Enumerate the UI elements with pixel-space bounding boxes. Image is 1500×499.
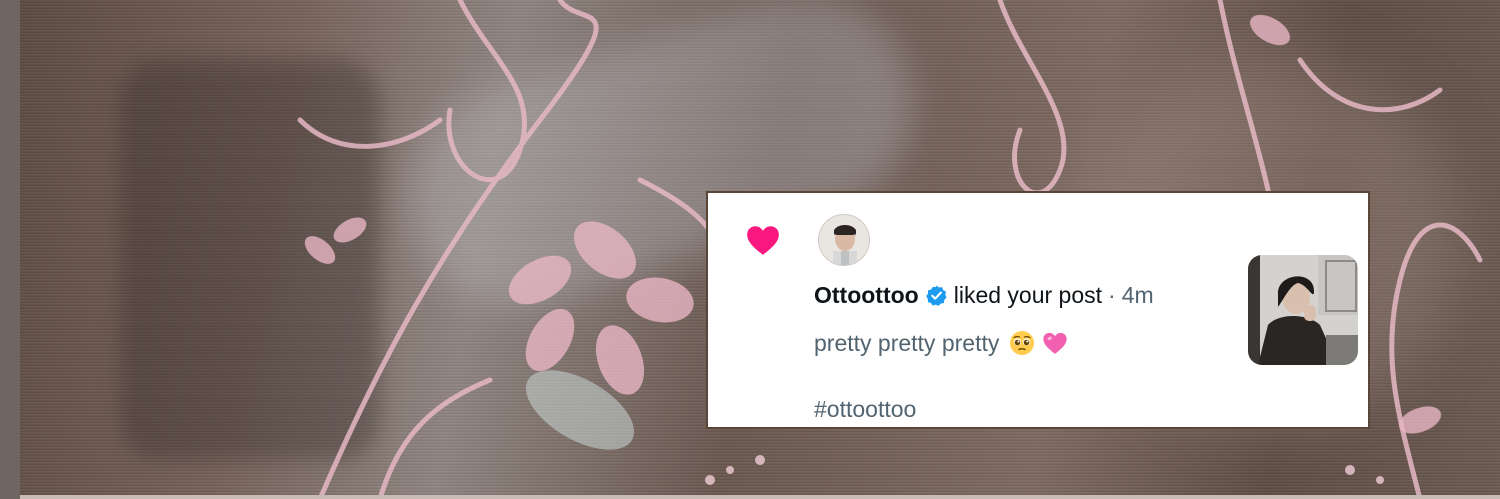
user-avatar[interactable]: [818, 214, 870, 266]
left-edge-bar: [0, 0, 20, 499]
pink-heart-icon: [1043, 332, 1068, 354]
bottom-edge-strip: [20, 495, 1500, 499]
post-text: pretty pretty pretty: [814, 329, 1069, 357]
notification-card[interactable]: Ottoottoo liked your post · 4m pretty pr…: [706, 191, 1370, 429]
avatar-portrait: [819, 215, 869, 265]
post-thumbnail[interactable]: [1248, 255, 1358, 365]
post-text-content: pretty pretty pretty: [814, 329, 1000, 356]
pleading-face-icon: [1010, 331, 1035, 355]
notification-time[interactable]: 4m: [1122, 282, 1154, 309]
heart-icon: [747, 226, 779, 255]
separator-dot: ·: [1108, 282, 1116, 308]
notification-headline: Ottoottoo liked your post · 4m: [814, 282, 1154, 309]
post-thumbnail-photo: [1248, 255, 1358, 365]
username-link[interactable]: Ottoottoo: [814, 282, 919, 309]
notification-action: liked your post: [953, 282, 1103, 308]
verified-badge-icon: [925, 285, 947, 306]
hashtag-link[interactable]: #ottoottoo: [814, 396, 916, 423]
